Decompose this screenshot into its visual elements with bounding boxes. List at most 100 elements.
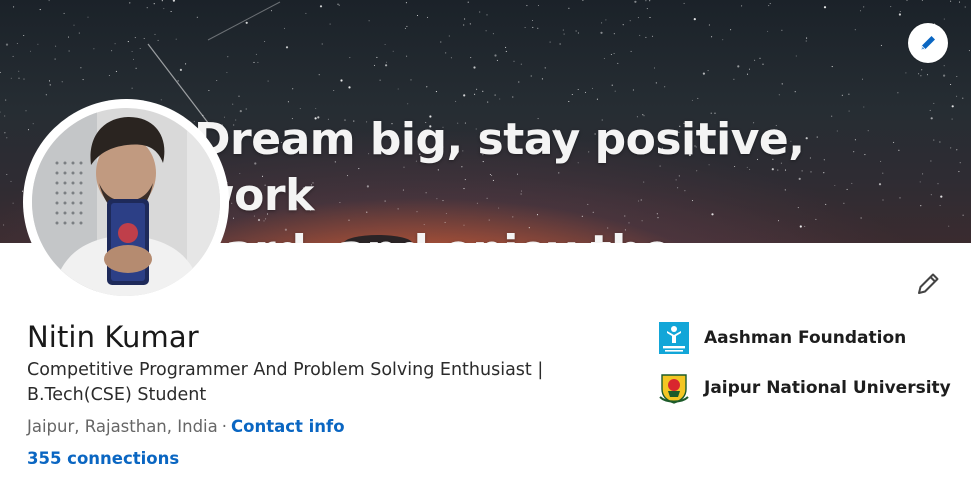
star — [392, 50, 394, 52]
star — [933, 102, 935, 104]
star — [376, 56, 378, 58]
star — [653, 67, 656, 69]
star — [385, 64, 388, 67]
star — [645, 0, 647, 2]
star — [646, 8, 648, 10]
star — [893, 141, 895, 143]
star — [664, 86, 666, 88]
star — [27, 129, 30, 131]
star — [526, 5, 528, 7]
star — [601, 22, 603, 24]
star — [470, 57, 472, 59]
star — [795, 55, 797, 57]
pencil-icon — [921, 36, 935, 50]
star — [318, 74, 320, 76]
star — [655, 82, 657, 84]
star — [505, 46, 507, 48]
star — [115, 70, 117, 72]
star — [722, 39, 724, 41]
star — [12, 202, 14, 204]
connections-row: 355 connections — [27, 449, 179, 469]
star — [463, 94, 466, 97]
star — [754, 59, 756, 61]
star — [146, 7, 148, 9]
star — [853, 151, 855, 153]
star — [897, 92, 899, 94]
star — [549, 41, 551, 43]
star — [226, 71, 228, 74]
contact-info-link[interactable]: Contact info — [231, 417, 345, 436]
star — [143, 37, 145, 40]
star — [806, 37, 808, 39]
star — [781, 83, 783, 85]
star — [177, 80, 179, 82]
star — [315, 107, 317, 110]
star — [741, 5, 743, 7]
organization-item-jaipur-national-university[interactable]: Jaipur National University — [658, 372, 951, 404]
star — [950, 0, 952, 2]
star — [185, 63, 187, 65]
star — [637, 17, 639, 19]
star — [950, 83, 952, 86]
organization-name: Aashman Foundation — [704, 328, 907, 348]
star — [622, 24, 624, 26]
star — [175, 38, 177, 40]
star — [611, 84, 613, 86]
star — [6, 137, 8, 139]
star — [440, 41, 442, 43]
organization-item-aashman-foundation[interactable]: Aashman Foundation — [658, 322, 906, 354]
star — [613, 52, 615, 55]
star — [340, 79, 343, 82]
star — [337, 3, 339, 5]
star — [730, 29, 732, 31]
star — [867, 130, 869, 132]
star — [702, 72, 706, 75]
star — [930, 160, 932, 162]
star — [160, 99, 162, 101]
profile-photo[interactable] — [27, 103, 225, 301]
connections-link[interactable]: 355 connections — [27, 449, 179, 468]
star — [922, 173, 924, 175]
star — [899, 197, 901, 199]
star — [531, 19, 534, 22]
star — [78, 32, 80, 34]
star — [649, 16, 651, 19]
star — [860, 217, 862, 219]
star — [823, 6, 827, 9]
star — [890, 6, 892, 8]
star — [255, 53, 257, 55]
star — [132, 58, 135, 60]
star — [67, 36, 70, 38]
star — [333, 89, 335, 92]
star — [379, 79, 381, 81]
star — [958, 1, 961, 3]
star — [921, 69, 923, 71]
profile-top-card: Dream big, stay positive, work hard, and… — [0, 0, 971, 481]
star — [882, 199, 884, 201]
star — [267, 80, 269, 82]
star — [948, 225, 950, 227]
edit-intro-button[interactable] — [910, 266, 946, 302]
star — [584, 91, 587, 93]
star — [951, 105, 954, 108]
star — [111, 50, 113, 52]
star — [283, 27, 286, 29]
star — [930, 194, 932, 196]
star — [21, 190, 24, 192]
star — [487, 101, 489, 103]
star — [29, 50, 32, 52]
star — [921, 0, 923, 1]
star — [305, 12, 307, 14]
star — [49, 84, 51, 86]
star — [232, 103, 234, 105]
star — [781, 29, 783, 31]
star — [448, 35, 450, 37]
star — [746, 73, 749, 75]
profile-location: Jaipur, Rajasthan, India — [27, 417, 218, 436]
star — [805, 40, 807, 42]
star — [562, 29, 564, 31]
edit-background-button[interactable] — [908, 23, 948, 63]
star — [216, 79, 218, 82]
star — [6, 173, 8, 176]
star — [759, 57, 761, 59]
